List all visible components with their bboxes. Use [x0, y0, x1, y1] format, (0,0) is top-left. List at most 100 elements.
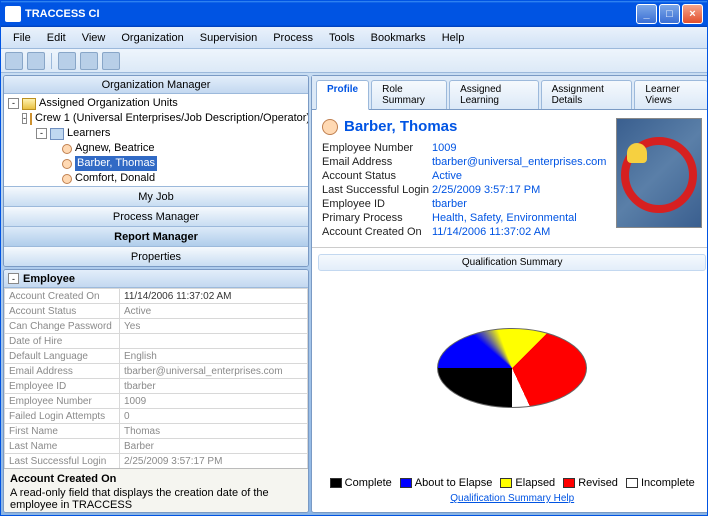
props-key: Can Change Password — [5, 319, 120, 334]
legend-swatch — [626, 478, 638, 488]
props-row[interactable]: Email Addresstbarber@universal_enterpris… — [5, 364, 308, 379]
app-window: TRACCESS CI _ □ × File Edit View Organiz… — [0, 0, 708, 516]
profile-value: 11/14/2006 11:37:02 AM — [432, 225, 550, 239]
props-group-header[interactable]: - Employee — [4, 270, 308, 288]
props-value: 11/14/2006 11:37:02 AM — [120, 289, 308, 304]
profile-key: Employee Number — [322, 141, 432, 155]
close-button[interactable]: × — [682, 4, 703, 24]
legend-swatch — [563, 478, 575, 488]
profile-value: Health, Safety, Environmental — [432, 211, 577, 225]
menu-tools[interactable]: Tools — [321, 30, 363, 46]
person-icon — [62, 174, 72, 184]
acc-my-job[interactable]: My Job — [4, 186, 308, 206]
profile-row: Last Successful Login2/25/2009 3:57:17 P… — [322, 183, 606, 197]
toolbar-button-3[interactable] — [58, 52, 76, 70]
tab-profile[interactable]: Profile — [316, 80, 369, 110]
props-key: First Name — [5, 424, 120, 439]
org-panel-title: Organization Manager — [4, 76, 308, 94]
qual-help-link[interactable]: Qualification Summary Help — [318, 491, 706, 506]
props-value: Barber — [120, 439, 308, 454]
toolbar — [1, 49, 707, 73]
props-row[interactable]: First NameThomas — [5, 424, 308, 439]
props-key: Account Created On — [5, 289, 120, 304]
qual-title: Qualification Summary — [318, 254, 706, 271]
profile-photo — [616, 118, 702, 228]
profile-key: Employee ID — [322, 197, 432, 211]
acc-report-manager[interactable]: Report Manager — [4, 226, 308, 246]
learners-icon — [50, 128, 64, 140]
menu-supervision[interactable]: Supervision — [192, 30, 265, 46]
legend-label: Revised — [578, 477, 618, 489]
tree-root[interactable]: -Assigned Organization Units — [8, 96, 304, 111]
legend-item: About to Elapse — [400, 477, 493, 489]
tab-assigned-learning[interactable]: Assigned Learning — [449, 80, 539, 109]
tree-learner-1[interactable]: Barber, Thomas — [8, 156, 304, 171]
props-key: Account Status — [5, 304, 120, 319]
org-tree[interactable]: -Assigned Organization Units -Crew 1 (Un… — [4, 94, 308, 186]
toolbar-button-4[interactable] — [80, 52, 98, 70]
menu-process[interactable]: Process — [265, 30, 321, 46]
accordion: My Job Process Manager Report Manager Pr… — [4, 186, 308, 266]
props-row[interactable]: Account StatusActive — [5, 304, 308, 319]
legend-label: About to Elapse — [415, 477, 493, 489]
window-title: TRACCESS CI — [25, 8, 100, 20]
tab-role-summary[interactable]: Role Summary — [371, 80, 447, 109]
titlebar[interactable]: TRACCESS CI _ □ × — [1, 1, 707, 27]
tree-learner-0[interactable]: Agnew, Beatrice — [8, 141, 304, 156]
props-key: Employee Number — [5, 394, 120, 409]
legend-item: Incomplete — [626, 477, 695, 489]
legend-item: Revised — [563, 477, 618, 489]
collapse-icon[interactable]: - — [36, 128, 47, 139]
menu-edit[interactable]: Edit — [39, 30, 74, 46]
help-title: Account Created On — [10, 473, 302, 485]
props-row[interactable]: Last Successful Login2/25/2009 3:57:17 P… — [5, 454, 308, 469]
collapse-icon[interactable]: - — [8, 273, 19, 284]
legend-label: Incomplete — [641, 477, 695, 489]
acc-properties[interactable]: Properties — [4, 246, 308, 266]
props-row[interactable]: Employee IDtbarber — [5, 379, 308, 394]
props-row[interactable]: Employee Number1009 — [5, 394, 308, 409]
menu-bookmarks[interactable]: Bookmarks — [363, 30, 434, 46]
legend-swatch — [500, 478, 512, 488]
qualification-section: Qualification Summary CompleteAbout to E… — [312, 248, 707, 512]
menu-file[interactable]: File — [5, 30, 39, 46]
maximize-button[interactable]: □ — [659, 4, 680, 24]
tree-learners[interactable]: -Learners — [8, 126, 304, 141]
help-text: A read-only field that displays the crea… — [10, 487, 269, 511]
toolbar-button-1[interactable] — [5, 52, 23, 70]
props-row[interactable]: Failed Login Attempts0 — [5, 409, 308, 424]
tab-assignment-details[interactable]: Assignment Details — [541, 80, 633, 109]
org-icon — [22, 98, 36, 110]
profile-name: Barber, Thomas — [344, 118, 457, 135]
profile-row: Email Addresstbarber@universal_enterpris… — [322, 155, 606, 169]
props-value: Thomas — [120, 424, 308, 439]
profile-key: Email Address — [322, 155, 432, 169]
props-value: 2/25/2009 3:57:17 PM — [120, 454, 308, 469]
toolbar-button-2[interactable] — [27, 52, 45, 70]
menu-help[interactable]: Help — [434, 30, 473, 46]
pie-chart — [318, 275, 706, 475]
person-icon — [62, 144, 72, 154]
tab-learner-views[interactable]: Learner Views — [634, 80, 707, 109]
props-row[interactable]: Can Change PasswordYes — [5, 319, 308, 334]
props-value: tbarber@universal_enterprises.com — [120, 364, 308, 379]
props-row[interactable]: Last NameBarber — [5, 439, 308, 454]
acc-process-manager[interactable]: Process Manager — [4, 206, 308, 226]
props-row[interactable]: Default LanguageEnglish — [5, 349, 308, 364]
menu-view[interactable]: View — [74, 30, 114, 46]
minimize-button[interactable]: _ — [636, 4, 657, 24]
collapse-icon[interactable]: - — [22, 113, 27, 124]
profile-value: 1009 — [432, 141, 456, 155]
legend-swatch — [330, 478, 342, 488]
tree-crew[interactable]: -Crew 1 (Universal Enterprises/Job Descr… — [8, 111, 304, 126]
collapse-icon[interactable]: - — [8, 98, 19, 109]
toolbar-button-5[interactable] — [102, 52, 120, 70]
props-row[interactable]: Date of Hire — [5, 334, 308, 349]
menu-organization[interactable]: Organization — [113, 30, 191, 46]
props-row[interactable]: Account Created On11/14/2006 11:37:02 AM — [5, 289, 308, 304]
props-value: Active — [120, 304, 308, 319]
tree-learner-2[interactable]: Comfort, Donald — [8, 171, 304, 186]
props-key: Date of Hire — [5, 334, 120, 349]
props-grid[interactable]: Account Created On11/14/2006 11:37:02 AM… — [4, 288, 308, 468]
props-value: Yes — [120, 319, 308, 334]
